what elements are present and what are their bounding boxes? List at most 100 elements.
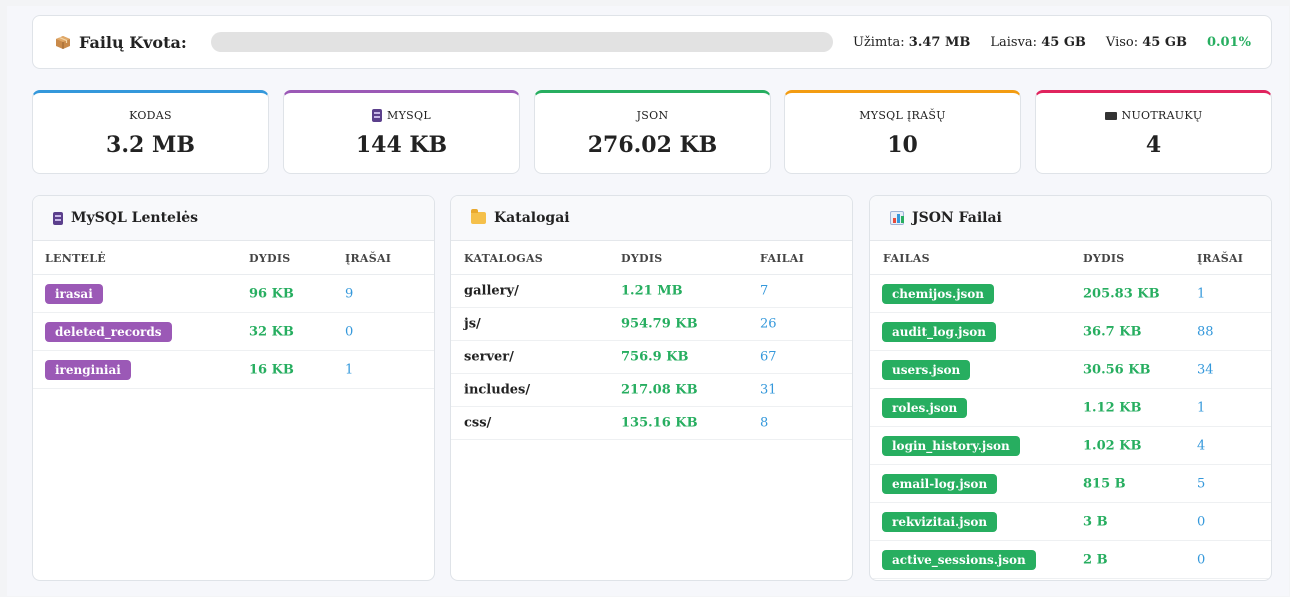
file-quota-panel: Failų Kvota: Užimta: 3.47 MB Laisva: 45 … bbox=[32, 15, 1272, 69]
table-header: KATALOGAS DYDIS FAILAI bbox=[451, 241, 852, 275]
quota-used: Užimta: 3.47 MB bbox=[853, 35, 970, 50]
size-value: 36.7 KB bbox=[1083, 324, 1142, 339]
size-value: 16 KB bbox=[249, 362, 294, 377]
stat-card-mysql: MYSQL 144 KB bbox=[283, 90, 520, 174]
json-file-badge[interactable]: audit_log.json bbox=[882, 321, 996, 342]
film-icon bbox=[1104, 111, 1117, 120]
count-value: 67 bbox=[760, 349, 777, 365]
column-header-size: DYDIS bbox=[249, 252, 291, 265]
quota-total: Viso: 45 GB bbox=[1106, 35, 1187, 50]
quota-free-value: 45 GB bbox=[1041, 34, 1086, 50]
table-row[interactable]: server/756.9 KB 67 bbox=[451, 341, 852, 374]
json-file-badge[interactable]: active_sessions.json bbox=[882, 549, 1036, 570]
table-row[interactable]: deleted_records 32 KB 0 bbox=[33, 313, 434, 351]
stat-card-value: 4 bbox=[1145, 132, 1162, 158]
package-icon bbox=[55, 35, 71, 49]
column-header-directory: KATALOGAS bbox=[464, 252, 544, 265]
quota-progress-bar bbox=[210, 32, 833, 52]
size-value: 32 KB bbox=[249, 324, 294, 339]
table-name-badge[interactable]: irenginiai bbox=[45, 359, 131, 380]
size-value: 30.56 KB bbox=[1083, 362, 1151, 377]
count-value: 0 bbox=[345, 324, 354, 339]
quota-total-value: 45 GB bbox=[1142, 34, 1187, 50]
size-value: 96 KB bbox=[249, 286, 294, 301]
table-row[interactable]: irasai 96 KB 9 bbox=[33, 275, 434, 313]
count-value: 0 bbox=[1197, 514, 1206, 529]
json-files-panel: JSON Failai FAILAS DYDIS ĮRAŠAI chemijos… bbox=[869, 195, 1272, 581]
database-icon bbox=[372, 109, 383, 122]
count-value: 7 bbox=[760, 283, 769, 299]
stat-card-label-text: MYSQL bbox=[387, 109, 431, 122]
directory-name: js/ bbox=[464, 316, 481, 332]
count-value: 4 bbox=[1197, 438, 1206, 453]
size-value: 3 B bbox=[1083, 514, 1108, 529]
size-value: 1.21 MB bbox=[621, 283, 683, 299]
count-value: 9 bbox=[345, 286, 354, 301]
count-value: 8 bbox=[760, 415, 769, 431]
quota-free-label: Laisva: bbox=[990, 34, 1038, 50]
json-file-badge[interactable]: rekvizitai.json bbox=[882, 511, 998, 532]
table-header: LENTELĖ DYDIS ĮRAŠAI bbox=[33, 241, 434, 275]
database-icon bbox=[53, 211, 63, 225]
count-value: 1 bbox=[1197, 286, 1206, 301]
quota-total-label: Viso: bbox=[1105, 34, 1139, 50]
panel-header: MySQL Lentelės bbox=[33, 196, 434, 241]
stat-card-json: JSON 276.02 KB bbox=[534, 90, 771, 174]
table-row[interactable]: irenginiai 16 KB 1 bbox=[33, 351, 434, 389]
stat-card-label-text: JSON bbox=[636, 109, 669, 122]
size-value: 954.79 KB bbox=[621, 316, 698, 332]
column-header-table: LENTELĖ bbox=[45, 252, 106, 265]
size-value: 815 B bbox=[1083, 476, 1126, 491]
json-file-badge[interactable]: roles.json bbox=[882, 397, 968, 418]
table-row[interactable]: css/135.16 KB 8 bbox=[451, 407, 852, 440]
count-value: 88 bbox=[1197, 324, 1214, 339]
stat-card-label: MYSQL ĮRAŠŲ bbox=[785, 109, 1020, 122]
stat-card-label-text: MYSQL ĮRAŠŲ bbox=[859, 109, 946, 122]
count-value: 26 bbox=[760, 316, 777, 332]
quota-title: Failų Kvota: bbox=[55, 33, 187, 52]
stat-card-label: JSON bbox=[535, 109, 770, 122]
table-row[interactable]: roles.json 1.12 KB 1 bbox=[870, 389, 1271, 427]
table-row[interactable]: includes/217.08 KB 31 bbox=[451, 374, 852, 407]
count-value: 0 bbox=[1197, 552, 1206, 567]
count-value: 1 bbox=[1197, 400, 1206, 415]
size-value: 756.9 KB bbox=[621, 349, 689, 365]
json-file-badge[interactable]: email-log.json bbox=[882, 473, 998, 494]
column-header-files: FAILAI bbox=[760, 252, 805, 265]
table-row[interactable]: rekvizitai.json 3 B 0 bbox=[870, 503, 1271, 541]
table-name-badge[interactable]: irasai bbox=[45, 283, 103, 304]
quota-stats: Užimta: 3.47 MB Laisva: 45 GB Viso: 45 G… bbox=[853, 35, 1251, 50]
stat-card-value: 144 KB bbox=[355, 132, 448, 158]
stat-cards: KODAS 3.2 MB MYSQL 144 KB JSON 276.02 KB… bbox=[32, 90, 1272, 174]
table-row[interactable]: users.json 30.56 KB 34 bbox=[870, 351, 1271, 389]
table-row[interactable]: gallery/1.21 MB 7 bbox=[451, 275, 852, 308]
stat-card-label: NUOTRAUKŲ bbox=[1036, 109, 1271, 122]
table-row[interactable]: js/954.79 KB 26 bbox=[451, 308, 852, 341]
json-file-badge[interactable]: login_history.json bbox=[882, 435, 1020, 456]
table-row[interactable]: login_history.json 1.02 KB 4 bbox=[870, 427, 1271, 465]
mysql-tables-panel: MySQL Lentelės LENTELĖ DYDIS ĮRAŠAI iras… bbox=[32, 195, 435, 581]
table-name-badge[interactable]: deleted_records bbox=[45, 321, 172, 342]
json-file-badge[interactable]: users.json bbox=[882, 359, 971, 380]
table-row[interactable]: email-log.json 815 B 5 bbox=[870, 465, 1271, 503]
bar-chart-icon bbox=[890, 211, 904, 225]
table-header: FAILAS DYDIS ĮRAŠAI bbox=[870, 241, 1271, 275]
table-row[interactable]: audit_log.json 36.7 KB 88 bbox=[870, 313, 1271, 351]
panel-title: MySQL Lentelės bbox=[71, 210, 199, 226]
quota-used-label: Užimta: bbox=[853, 34, 905, 50]
json-file-badge[interactable]: chemijos.json bbox=[882, 283, 995, 304]
count-value: 5 bbox=[1197, 476, 1206, 491]
column-header-records: ĮRAŠAI bbox=[345, 252, 392, 265]
stat-card-value: 10 bbox=[887, 132, 918, 158]
quota-free: Laisva: 45 GB bbox=[990, 35, 1086, 50]
stat-card-label-text: NUOTRAUKŲ bbox=[1121, 109, 1203, 122]
table-row[interactable]: chemijos.json 205.83 KB 1 bbox=[870, 275, 1271, 313]
directory-name: gallery/ bbox=[464, 283, 519, 299]
count-value: 31 bbox=[760, 382, 777, 398]
table-row[interactable]: active_sessions.json 2 B 0 bbox=[870, 541, 1271, 579]
quota-used-value: 3.47 MB bbox=[908, 34, 971, 50]
size-value: 205.83 KB bbox=[1083, 286, 1160, 301]
column-header-records: ĮRAŠAI bbox=[1197, 252, 1244, 265]
directories-panel: Katalogai KATALOGAS DYDIS FAILAI gallery… bbox=[450, 195, 853, 581]
stat-card-label: MYSQL bbox=[284, 109, 519, 122]
